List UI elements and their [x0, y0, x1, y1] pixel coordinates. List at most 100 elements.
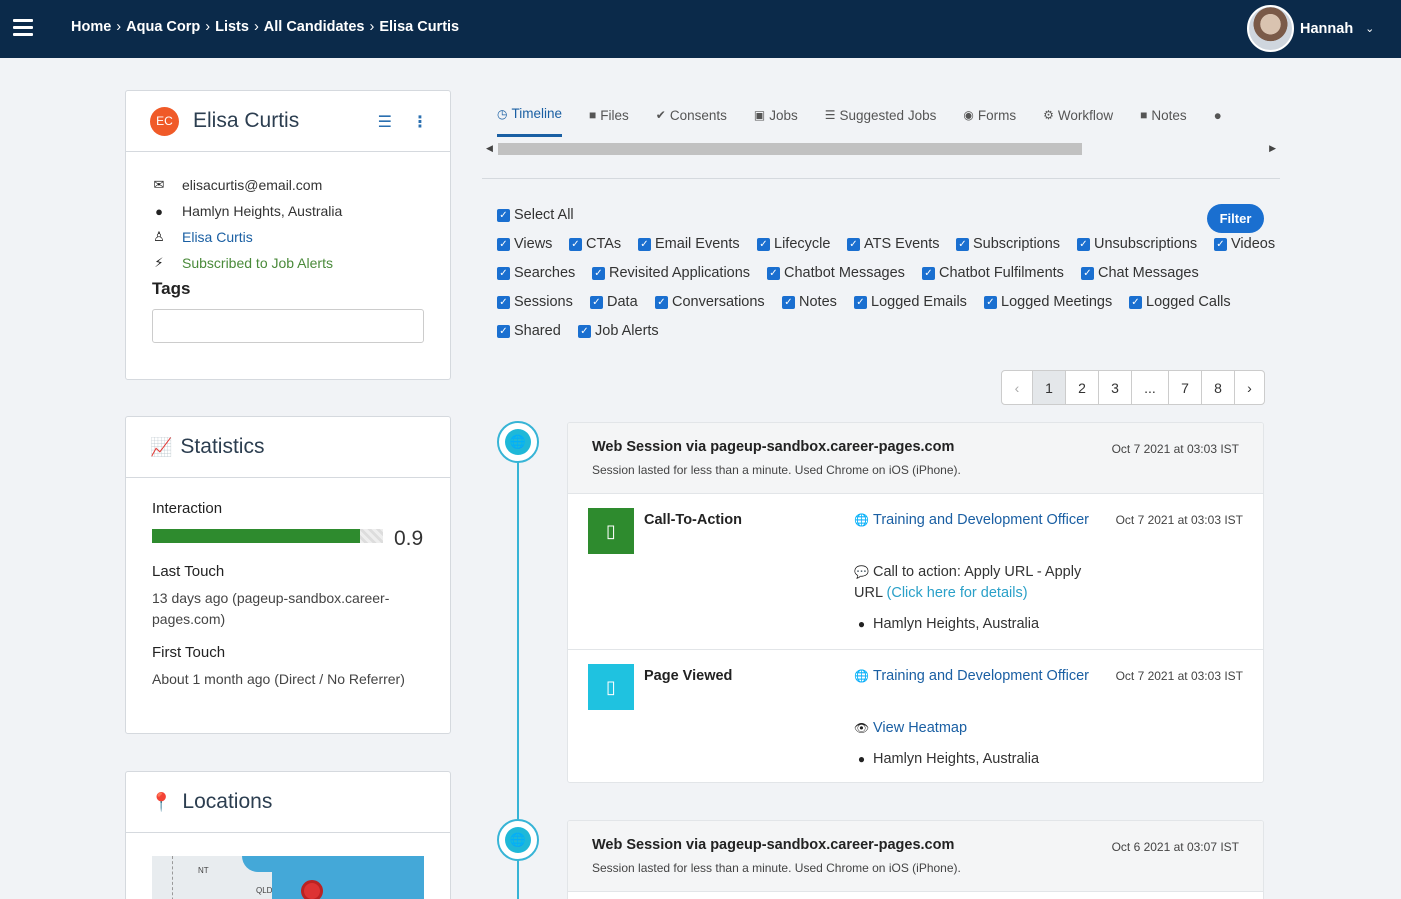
filter-checkbox-notes[interactable]: ✓ Notes	[782, 294, 837, 310]
filter-checkbox-searches[interactable]: ✓ Searches	[497, 265, 575, 281]
user-menu[interactable]: Hannah ⌄	[1247, 5, 1374, 52]
filter-button[interactable]: Filter	[1207, 204, 1264, 233]
checkbox-checked-icon[interactable]: ✓	[497, 324, 510, 338]
checkbox-checked-icon[interactable]: ✓	[497, 208, 510, 222]
page-8-button[interactable]: 8	[1202, 371, 1235, 404]
list-icon[interactable]: ☰	[378, 112, 392, 132]
checkbox-checked-icon[interactable]: ✓	[590, 295, 603, 309]
filter-checkbox-chatbot-fulfilments[interactable]: ✓ Chatbot Fulfilments	[922, 265, 1064, 281]
filter-checkbox-revisited-applications[interactable]: ✓ Revisited Applications	[592, 265, 750, 281]
email-text[interactable]: elisacurtis@email.com	[182, 177, 322, 193]
filter-checkbox-subscriptions[interactable]: ✓ Subscriptions	[956, 236, 1060, 252]
filter-checkbox-logged-calls[interactable]: ✓ Logged Calls	[1129, 294, 1231, 310]
tab-notes[interactable]: ■ Notes	[1140, 106, 1187, 137]
checkbox-checked-icon[interactable]: ✓	[956, 237, 969, 251]
breadcrumb-all-candidates[interactable]: All Candidates	[264, 19, 365, 35]
page-prev-button[interactable]: ‹	[1002, 371, 1033, 404]
checkbox-checked-icon[interactable]: ✓	[592, 266, 605, 280]
page-2-button[interactable]: 2	[1066, 371, 1099, 404]
tab-timeline[interactable]: ◷ Timeline	[497, 106, 562, 137]
checkbox-checked-icon[interactable]: ✓	[497, 237, 510, 251]
filter-checkbox-email-events[interactable]: ✓ Email Events	[638, 236, 740, 252]
tags-input[interactable]	[152, 309, 424, 343]
filter-checkbox-chatbot-messages[interactable]: ✓ Chatbot Messages	[767, 265, 905, 281]
filter-checkbox-logged-meetings[interactable]: ✓ Logged Meetings	[984, 294, 1112, 310]
checkbox-checked-icon[interactable]: ✓	[1214, 237, 1227, 251]
checkbox-checked-icon[interactable]: ✓	[569, 237, 582, 251]
filter-checkbox-data[interactable]: ✓ Data	[590, 294, 638, 310]
filter-checkbox-chat-messages[interactable]: ✓ Chat Messages	[1081, 265, 1199, 281]
filter-checkbox-views[interactable]: ✓ Views	[497, 236, 552, 252]
checkbox-checked-icon[interactable]: ✓	[854, 295, 867, 309]
checkbox-checked-icon[interactable]: ✓	[922, 266, 935, 280]
filter-checkbox-ctas[interactable]: ✓ CTAs	[569, 236, 621, 252]
breadcrumb-aqua-corp[interactable]: Aqua Corp	[126, 19, 200, 35]
session-card: Web Session via pageup-sandbox.career-pa…	[567, 820, 1264, 899]
select-all-checkbox[interactable]: ✓ Select All	[497, 207, 574, 223]
tab-label: Suggested Jobs	[839, 107, 937, 123]
tab-overflow-icon[interactable]: ●	[1214, 106, 1222, 137]
checkbox-checked-icon[interactable]: ✓	[782, 295, 795, 309]
checkbox-checked-icon[interactable]: ✓	[847, 237, 860, 251]
checkbox-checked-icon[interactable]: ✓	[984, 295, 997, 309]
tab-forms[interactable]: ◉ Forms	[963, 106, 1016, 137]
avatar[interactable]	[1247, 5, 1294, 52]
profile-card: EC Elisa Curtis ☰ ⋮ ✉ elisacurtis@email.…	[125, 90, 451, 380]
job-link[interactable]: Training and Development Officer	[873, 512, 1089, 528]
checkbox-checked-icon[interactable]: ✓	[1081, 266, 1094, 280]
breadcrumb-lists[interactable]: Lists	[215, 19, 249, 35]
tab-files[interactable]: ■ Files	[589, 106, 629, 137]
chevron-down-icon[interactable]: ⌄	[1365, 22, 1374, 35]
checkbox-checked-icon[interactable]: ✓	[497, 266, 510, 280]
checkbox-label: Videos	[1231, 236, 1276, 252]
tab-jobs[interactable]: ▣ Jobs	[754, 106, 798, 137]
filter-checkbox-videos[interactable]: ✓ Videos	[1214, 236, 1275, 252]
line-chart-icon: 📈	[150, 436, 173, 457]
page-next-button[interactable]: ›	[1235, 371, 1264, 404]
checkbox-checked-icon[interactable]: ✓	[497, 295, 510, 309]
filter-checkbox-unsubscriptions[interactable]: ✓ Unsubscriptions	[1077, 236, 1197, 252]
tab-label: Files	[600, 107, 629, 123]
scrollbar-thumb[interactable]	[498, 143, 1082, 155]
scroll-left-icon[interactable]: ◀	[486, 143, 493, 154]
map-label-nt: NT	[198, 866, 209, 875]
checkbox-label: Email Events	[655, 236, 740, 252]
tabs-scrollbar[interactable]: ◀ ▶	[482, 141, 1280, 157]
details-link[interactable]: (Click here for details)	[887, 585, 1028, 601]
view-heatmap-link[interactable]: View Heatmap	[873, 720, 967, 736]
event-detail: 💬 Call to action: Apply URL - Apply URL (…	[854, 562, 1092, 604]
tab-workflow[interactable]: ⚙ Workflow	[1043, 106, 1113, 137]
filter-checkbox-logged-emails[interactable]: ✓ Logged Emails	[854, 294, 967, 310]
filter-checkbox-job-alerts[interactable]: ✓ Job Alerts	[578, 323, 659, 339]
list-icon: ☰	[824, 108, 836, 122]
owner-link[interactable]: Elisa Curtis	[182, 229, 253, 245]
more-vertical-icon[interactable]: ⋮	[412, 112, 428, 132]
tab-suggested-jobs[interactable]: ☰ Suggested Jobs	[825, 106, 937, 137]
location-row: ● Hamlyn Heights, Australia	[152, 203, 342, 219]
tab-consents[interactable]: ✔ Consents	[656, 106, 727, 137]
map-marker-icon[interactable]	[301, 880, 323, 899]
checkbox-checked-icon[interactable]: ✓	[757, 237, 770, 251]
page-7-button[interactable]: 7	[1169, 371, 1202, 404]
scroll-right-icon[interactable]: ▶	[1269, 143, 1276, 154]
breadcrumb-home[interactable]: Home	[71, 19, 111, 35]
filter-checkbox-conversations[interactable]: ✓ Conversations	[655, 294, 765, 310]
checkbox-checked-icon[interactable]: ✓	[578, 324, 591, 338]
filter-checkbox-sessions[interactable]: ✓ Sessions	[497, 294, 573, 310]
checkbox-checked-icon[interactable]: ✓	[1129, 295, 1142, 309]
location-map[interactable]: NT QLD	[152, 856, 424, 899]
page-1-button[interactable]: 1	[1033, 371, 1066, 404]
filter-checkbox-shared[interactable]: ✓ Shared	[497, 323, 561, 339]
user-name[interactable]: Hannah	[1300, 21, 1353, 37]
page-3-button[interactable]: 3	[1099, 371, 1132, 404]
checkbox-checked-icon[interactable]: ✓	[655, 295, 668, 309]
checkbox-checked-icon[interactable]: ✓	[1077, 237, 1090, 251]
filter-checkbox-ats-events[interactable]: ✓ ATS Events	[847, 236, 939, 252]
checkbox-checked-icon[interactable]: ✓	[638, 237, 651, 251]
filter-checkbox-lifecycle[interactable]: ✓ Lifecycle	[757, 236, 830, 252]
menu-icon[interactable]	[13, 19, 33, 37]
locations-header: 📍 Locations	[126, 772, 450, 833]
checkbox-checked-icon[interactable]: ✓	[767, 266, 780, 280]
owner-row: ♙ Elisa Curtis	[152, 229, 253, 245]
job-link[interactable]: Training and Development Officer	[873, 668, 1089, 684]
